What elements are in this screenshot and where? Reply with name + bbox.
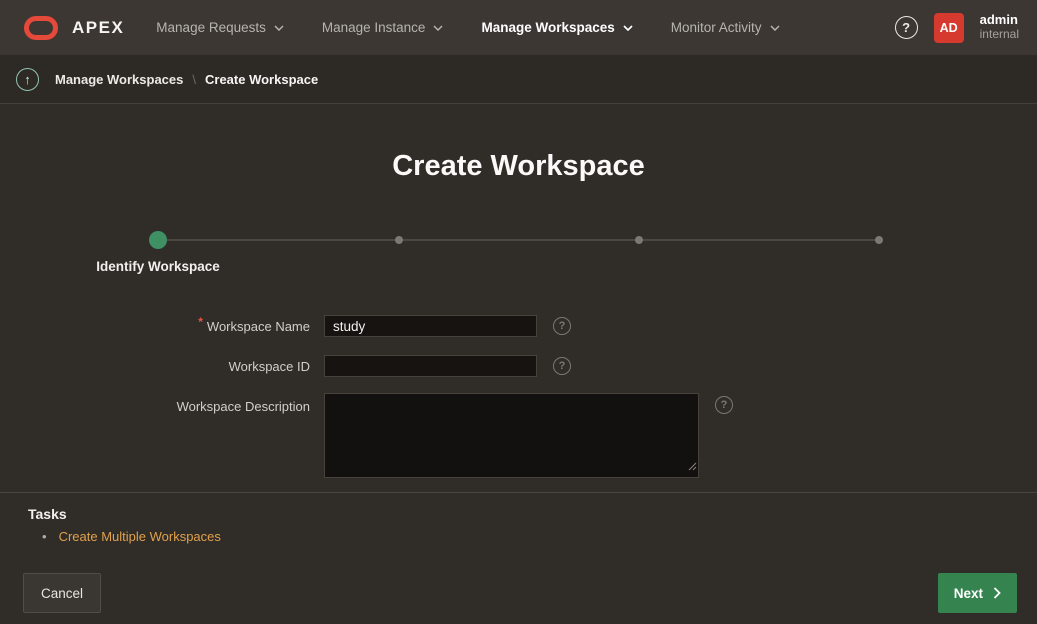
breadcrumb: Manage Workspaces \ Create Workspace xyxy=(55,72,318,87)
tasks-heading: Tasks xyxy=(28,506,1037,522)
brand-apex[interactable]: APEX xyxy=(72,18,124,38)
next-button-label: Next xyxy=(954,586,983,601)
form-row-workspace-name: *Workspace Name ? xyxy=(0,315,571,337)
menu-label: Manage Requests xyxy=(156,20,266,35)
menu-label: Manage Workspaces xyxy=(481,20,614,35)
menu-manage-instance[interactable]: Manage Instance xyxy=(322,20,444,35)
workspace-id-label-wrap: Workspace ID xyxy=(0,359,310,374)
top-navbar: APEX Manage Requests Manage Instance Man… xyxy=(0,0,1037,55)
page-title: Create Workspace xyxy=(0,150,1037,183)
form-row-workspace-description: Workspace Description ? xyxy=(0,393,733,478)
help-icon[interactable]: ? xyxy=(715,396,733,414)
chevron-down-icon xyxy=(770,25,780,31)
help-icon[interactable]: ? xyxy=(553,317,571,335)
form-row-workspace-id: Workspace ID ? xyxy=(0,355,571,377)
tasks-list: • Create Multiple Workspaces xyxy=(28,529,1037,544)
step-dot-2 xyxy=(395,236,403,244)
create-multiple-workspaces-link[interactable]: Create Multiple Workspaces xyxy=(59,529,221,544)
list-item: • Create Multiple Workspaces xyxy=(28,529,1037,544)
workspace-name-label-wrap: *Workspace Name xyxy=(0,319,310,334)
main-content: Create Workspace Identify Workspace *Wor… xyxy=(0,104,1037,624)
help-icon[interactable]: ? xyxy=(553,357,571,375)
user-name: admin xyxy=(980,13,1019,28)
required-marker: * xyxy=(198,315,203,329)
chevron-down-icon xyxy=(274,25,284,31)
help-icon[interactable]: ? xyxy=(895,16,918,39)
step-dot-1-active xyxy=(149,231,167,249)
chevron-down-icon xyxy=(433,25,443,31)
workspace-description-textarea[interactable] xyxy=(324,393,699,478)
breadcrumb-bar: ↑ Manage Workspaces \ Create Workspace xyxy=(0,55,1037,104)
breadcrumb-parent-link[interactable]: Manage Workspaces xyxy=(55,72,183,87)
menu-monitor-activity[interactable]: Monitor Activity xyxy=(671,20,780,35)
menu-manage-workspaces[interactable]: Manage Workspaces xyxy=(481,20,632,35)
workspace-name-label: Workspace Name xyxy=(207,319,310,334)
workspace-id-label: Workspace ID xyxy=(229,359,310,374)
avatar[interactable]: AD xyxy=(934,13,964,43)
menu-manage-requests[interactable]: Manage Requests xyxy=(156,20,284,35)
stepper-track xyxy=(158,239,879,241)
user-context: internal xyxy=(980,28,1019,42)
breadcrumb-separator: \ xyxy=(192,72,196,87)
step-dot-4 xyxy=(875,236,883,244)
bullet-icon: • xyxy=(42,529,47,544)
create-workspace-page: APEX Manage Requests Manage Instance Man… xyxy=(0,0,1037,624)
oracle-logo-icon[interactable] xyxy=(24,16,58,40)
resize-grip-icon[interactable] xyxy=(688,458,697,476)
tasks-region: Tasks • Create Multiple Workspaces xyxy=(0,492,1037,544)
navbar-right: ? AD admin internal xyxy=(895,13,1019,43)
workspace-description-wrap xyxy=(324,393,699,478)
workspace-id-input[interactable] xyxy=(324,355,537,377)
stepper-active-label: Identify Workspace xyxy=(96,259,220,274)
chevron-down-icon xyxy=(623,25,633,31)
up-arrow-icon[interactable]: ↑ xyxy=(16,68,39,91)
workspace-description-label: Workspace Description xyxy=(177,399,310,414)
chevron-right-icon xyxy=(993,587,1001,599)
step-dot-3 xyxy=(635,236,643,244)
workspace-name-input[interactable] xyxy=(324,315,537,337)
menu-label: Manage Instance xyxy=(322,20,426,35)
main-menu: Manage Requests Manage Instance Manage W… xyxy=(156,20,779,35)
menu-label: Monitor Activity xyxy=(671,20,762,35)
breadcrumb-current: Create Workspace xyxy=(205,72,318,87)
next-button[interactable]: Next xyxy=(938,573,1017,613)
workspace-description-label-wrap: Workspace Description xyxy=(0,393,310,414)
user-meta: admin internal xyxy=(980,13,1019,42)
cancel-button[interactable]: Cancel xyxy=(23,573,101,613)
